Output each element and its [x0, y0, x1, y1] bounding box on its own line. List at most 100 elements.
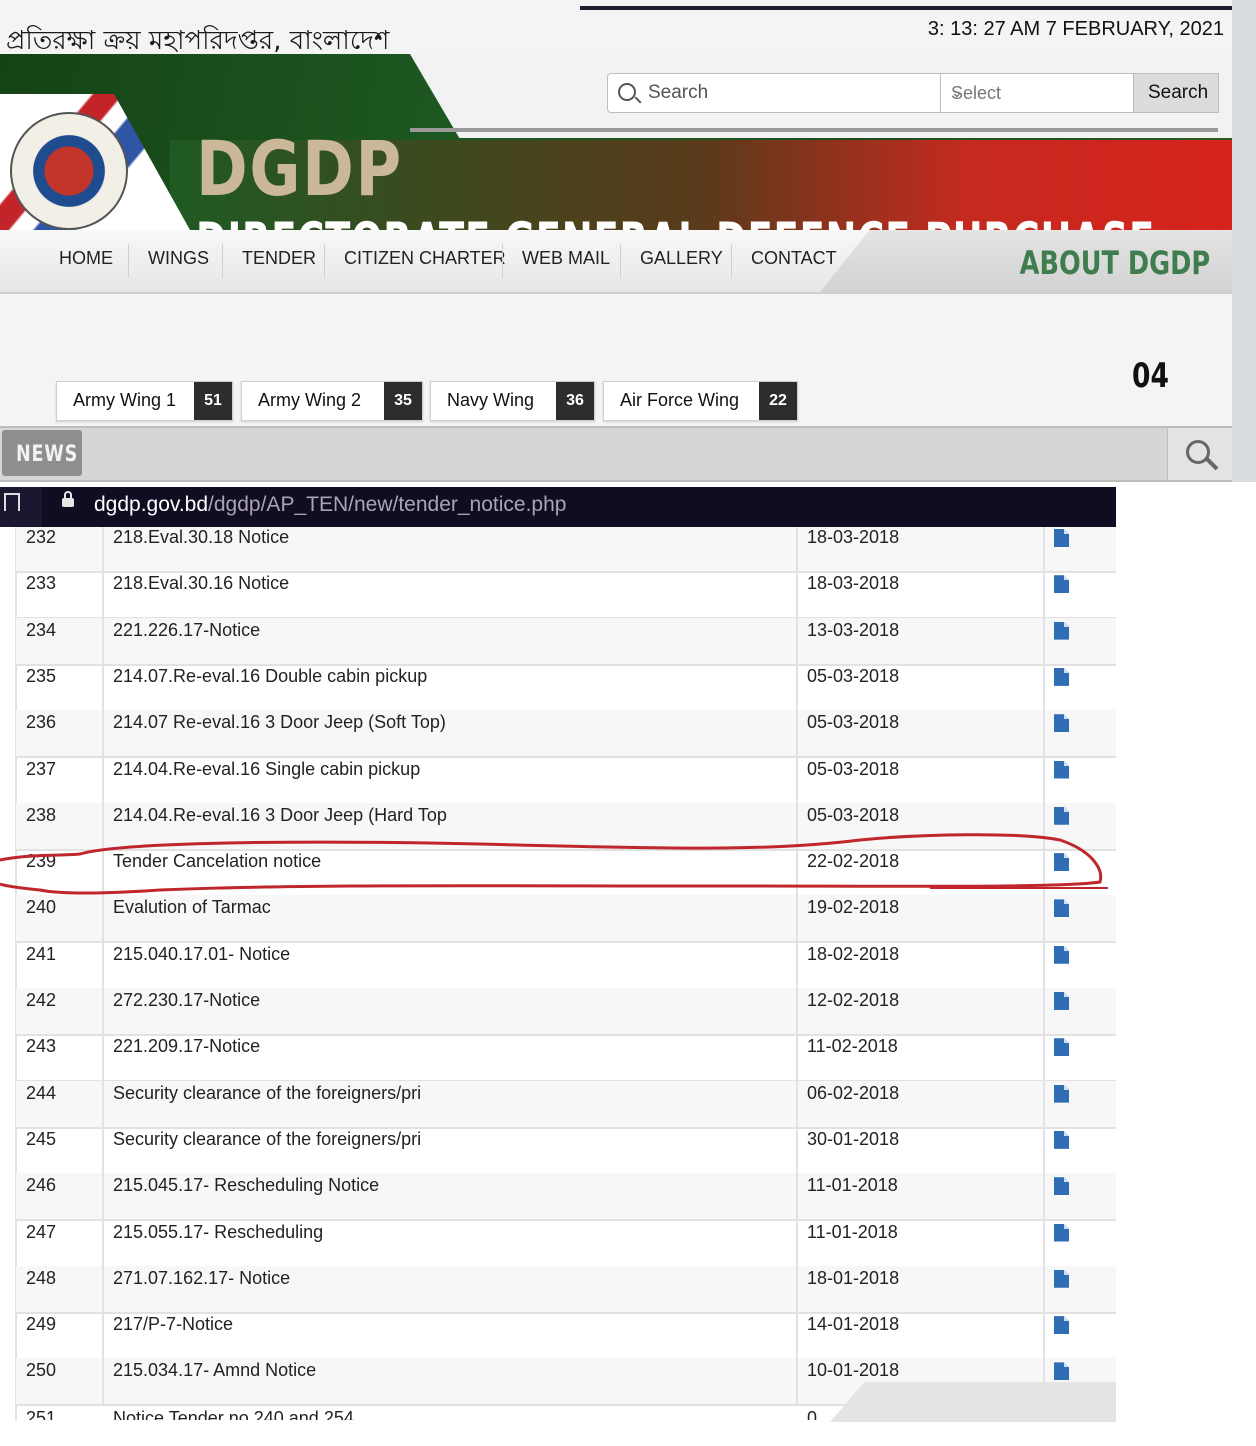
nav-web-mail[interactable]: WEB MAIL	[522, 248, 610, 269]
cell-title[interactable]: 214.07 Re-eval.16 3 Door Jeep (Soft Top)	[113, 708, 446, 754]
cell-sl: 243	[26, 1036, 57, 1057]
cell-title[interactable]: Security clearance of the foreigners/pri	[113, 1125, 421, 1171]
cell-sl: 249	[26, 1314, 57, 1335]
cell-title[interactable]: 214.07.Re-eval.16 Double cabin pickup	[113, 662, 427, 708]
table-row: 247 215.055.17- Rescheduling 11-01-2018	[16, 1218, 1116, 1268]
document-icon[interactable]	[1054, 621, 1069, 640]
cell-title[interactable]: Tender Cancelation notice	[113, 847, 321, 893]
document-icon[interactable]	[1054, 806, 1069, 825]
cell-sl: 238	[26, 804, 57, 825]
document-icon[interactable]	[1054, 899, 1069, 918]
table-row: 238 214.04.Re-eval.16 3 Door Jeep (Hard T…	[16, 801, 1116, 851]
document-icon[interactable]	[1054, 1269, 1069, 1288]
dgdp-emblem-logo[interactable]	[10, 112, 128, 230]
lock-icon[interactable]	[62, 491, 74, 507]
cell-date: 22-02-2018	[807, 851, 900, 872]
wing-tab-count: 22	[759, 382, 797, 420]
search-category-select[interactable]: Select ⌄	[940, 74, 1133, 112]
table-row: 245 Security clearance of the foreigners/…	[16, 1125, 1116, 1175]
document-icon[interactable]	[1054, 1177, 1069, 1196]
table-row: 237 214.04.Re-eval.16 Single cabin pickup…	[16, 755, 1116, 805]
cell-title[interactable]: Security clearance of the foreigners/pri	[113, 1079, 421, 1125]
document-icon[interactable]	[1054, 853, 1069, 872]
search-button[interactable]: Search	[1133, 74, 1218, 112]
cell-sl: 241	[26, 943, 57, 964]
cell-title[interactable]: 221.209.17-Notice	[113, 1032, 260, 1078]
cell-title[interactable]: 215.055.17- Rescheduling	[113, 1218, 323, 1264]
document-icon[interactable]	[1054, 760, 1069, 779]
cell-sl: 251	[26, 1408, 57, 1420]
cell-title[interactable]: 221.226.17-Notice	[113, 616, 260, 662]
news-ticker: NEWS	[0, 426, 1232, 482]
bookmark-icon[interactable]	[4, 493, 20, 511]
document-icon[interactable]	[1054, 667, 1069, 686]
table-row: 246 215.045.17- Rescheduling Notice 11-01-…	[16, 1171, 1116, 1222]
cell-date: 11-01-2018	[807, 1221, 898, 1242]
cell-date: 05-03-2018	[807, 804, 900, 825]
document-icon[interactable]	[1054, 1362, 1069, 1381]
cell-sl: 235	[26, 665, 57, 686]
window-top-border	[580, 6, 1256, 10]
cell-date: 05-03-2018	[807, 665, 900, 686]
about-dgdp-link[interactable]: ABOUT DGDP	[1019, 244, 1210, 282]
cell-sl: 232	[26, 527, 57, 547]
wing-tab-air-force[interactable]: Air Force Wing 22	[603, 381, 798, 421]
wing-tab-label: Army Wing 2	[258, 390, 362, 410]
document-icon[interactable]	[1054, 945, 1069, 964]
cell-date: 18-03-2018	[807, 573, 900, 594]
cell-title[interactable]: 214.04.Re-eval.16 Single cabin pickup	[113, 755, 420, 801]
table-row: 243 221.209.17-Notice 11-02-2018	[16, 1032, 1116, 1083]
document-icon[interactable]	[1054, 1316, 1069, 1335]
cell-date: 11-01-2018	[807, 1175, 898, 1196]
cell-title[interactable]: Evalution of Tarmac	[113, 893, 271, 939]
cell-sl: 244	[26, 1082, 57, 1103]
cell-title[interactable]: 217/P-7-Notice	[113, 1310, 233, 1356]
document-icon[interactable]	[1054, 1038, 1069, 1057]
cell-title[interactable]: 215.040.17.01- Notice	[113, 940, 290, 986]
table-row: 242 272.230.17-Notice 12-02-2018	[16, 988, 1116, 1036]
nav-wings[interactable]: WINGS	[148, 248, 209, 269]
cell-date: 18-02-2018	[807, 943, 900, 964]
document-icon[interactable]	[1054, 529, 1069, 547]
search-form: Search Select ⌄ Search	[607, 73, 1219, 113]
table-row: 248 271.07.162.17- Notice 18-01-2018	[16, 1264, 1116, 1314]
document-icon[interactable]	[1054, 992, 1069, 1010]
main-nav: HOME WINGS TENDER CITIZEN CHARTER WEB MA…	[0, 230, 1232, 294]
document-icon[interactable]	[1054, 575, 1069, 594]
table-row: 236 214.07 Re-eval.16 3 Door Jeep (Soft T…	[16, 708, 1116, 759]
cell-title[interactable]: 215.045.17- Rescheduling Notice	[113, 1171, 379, 1217]
document-icon[interactable]	[1054, 1223, 1069, 1242]
cell-date: 19-02-2018	[807, 897, 900, 918]
cell-date: 05-03-2018	[807, 758, 900, 779]
table-row: 234 221.226.17-Notice 13-03-2018	[16, 616, 1116, 666]
cell-title[interactable]: 272.230.17-Notice	[113, 986, 260, 1032]
wing-counter: 04	[1132, 356, 1169, 396]
document-icon[interactable]	[1054, 1084, 1069, 1103]
search-icon	[618, 83, 636, 101]
cell-title[interactable]: 215.034.17- Amnd Notice	[113, 1356, 316, 1402]
news-search-button[interactable]	[1167, 428, 1232, 480]
table-row: 240 Evalution of Tarmac 19-02-2018	[16, 893, 1116, 944]
cell-date: 12-02-2018	[807, 990, 900, 1010]
nav-gallery[interactable]: GALLERY	[640, 248, 723, 269]
cell-sl: 234	[26, 619, 57, 640]
nav-citizen-charter[interactable]: CITIZEN CHARTER	[344, 248, 506, 269]
wing-tab-navy[interactable]: Navy Wing 36	[430, 381, 595, 421]
cell-title[interactable]: 271.07.162.17- Notice	[113, 1264, 290, 1310]
chevron-down-icon: ⌄	[951, 84, 963, 100]
wing-tab-army-1[interactable]: Army Wing 1 51	[56, 381, 233, 421]
cell-title[interactable]: 214.04.Re-eval.16 3 Door Jeep (Hard Top	[113, 801, 447, 847]
nav-tender[interactable]: TENDER	[242, 248, 316, 269]
document-icon[interactable]	[1054, 714, 1069, 733]
search-input[interactable]: Search	[648, 82, 708, 104]
cell-sl: 247	[26, 1221, 57, 1242]
nav-home[interactable]: HOME	[59, 248, 113, 269]
url-field[interactable]: dgdp.gov.bd/dgdp/AP_TEN/new/tender_notic…	[94, 493, 566, 517]
nav-contact[interactable]: CONTACT	[751, 248, 837, 269]
cell-date: 06-02-2018	[807, 1082, 900, 1103]
cell-title[interactable]: 218.Eval.30.16 Notice	[113, 569, 289, 615]
table-row: 249 217/P-7-Notice 14-01-2018	[16, 1310, 1116, 1361]
wing-tab-army-2[interactable]: Army Wing 2 35	[241, 381, 423, 421]
cell-title[interactable]: 218.Eval.30.18 Notice	[113, 527, 289, 569]
document-icon[interactable]	[1054, 1130, 1069, 1149]
